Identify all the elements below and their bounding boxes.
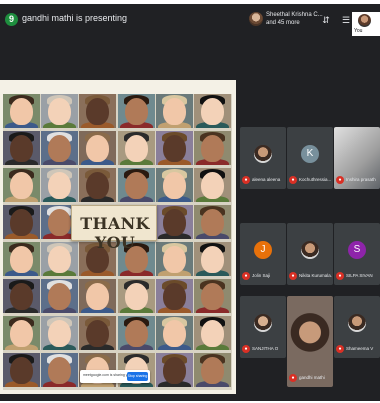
collage-face bbox=[194, 316, 231, 350]
collage-face bbox=[3, 279, 40, 313]
collage-face bbox=[41, 94, 79, 128]
collage-face bbox=[194, 168, 231, 202]
mic-off-icon: ● bbox=[289, 272, 297, 280]
collage-face bbox=[79, 316, 117, 350]
mic-off-icon: ● bbox=[336, 176, 344, 184]
participant-tile[interactable]: S ● SILPA SIVAN bbox=[334, 223, 380, 285]
participant-tile[interactable]: ● aleena aleena bbox=[240, 127, 286, 189]
participant-name: Inshira prasath bbox=[346, 177, 376, 182]
layout-icon[interactable]: ⇵ bbox=[320, 14, 332, 26]
collage-face bbox=[3, 242, 40, 276]
collage-face bbox=[79, 168, 117, 202]
participant-photo-avatar bbox=[254, 314, 272, 332]
participant-name: SANJITHA O bbox=[252, 346, 279, 351]
collage-face bbox=[194, 279, 231, 313]
participant-photo-avatar bbox=[348, 314, 366, 332]
self-view-tile[interactable]: You bbox=[352, 12, 380, 36]
collage-face bbox=[117, 316, 155, 350]
collage-face bbox=[194, 94, 231, 128]
participant-avatar: J bbox=[254, 241, 272, 259]
participant-name: Shameema V bbox=[346, 346, 374, 351]
participants-summary-more[interactable]: and 45 more bbox=[266, 20, 300, 26]
collage-face bbox=[155, 242, 193, 276]
collage-face bbox=[3, 316, 40, 350]
stop-sharing-button[interactable]: Stop sharing bbox=[127, 372, 148, 381]
participant-tile[interactable]: ● SANJITHA O bbox=[240, 296, 286, 358]
collage-face bbox=[194, 353, 231, 387]
collage-face bbox=[41, 316, 79, 350]
participants-summary-name[interactable]: Sheethal Krishna C... bbox=[266, 12, 323, 18]
top-bar: 9 gandhi mathi is presenting Sheethal Kr… bbox=[0, 4, 380, 36]
collage-face bbox=[155, 168, 193, 202]
participant-tile[interactable]: ● Inshira prasath bbox=[334, 127, 380, 189]
participant-name: Nikita Kurumala... bbox=[299, 273, 332, 278]
collage-face bbox=[155, 131, 193, 165]
participant-tile[interactable]: K ● Kochuthressia... bbox=[287, 127, 333, 189]
collage-face bbox=[155, 279, 193, 313]
screen-share-notice: meetgoogle.com is sharing your screen. S… bbox=[80, 370, 150, 383]
collage-face bbox=[117, 168, 155, 202]
collage-face bbox=[79, 131, 117, 165]
collage-face bbox=[117, 279, 155, 313]
collage-face bbox=[155, 94, 193, 128]
collage-face bbox=[41, 279, 79, 313]
participant-name: aleena aleena bbox=[252, 177, 281, 182]
collage-face bbox=[194, 131, 231, 165]
participants-list-icon[interactable]: ☰ bbox=[340, 14, 352, 26]
participant-avatar: K bbox=[301, 145, 319, 163]
collage-face bbox=[79, 279, 117, 313]
collage-face bbox=[3, 353, 40, 387]
meet-call-window: 9 gandhi mathi is presenting Sheethal Kr… bbox=[0, 4, 380, 401]
presenter-badge: 9 bbox=[5, 13, 18, 26]
collage-face bbox=[41, 353, 79, 387]
mic-off-icon: ● bbox=[336, 345, 344, 353]
thank-you-card: THANK YOU bbox=[71, 205, 157, 252]
participant-name: Kochuthressia... bbox=[299, 177, 332, 182]
participant-tile[interactable]: J ● Jolin Saji bbox=[240, 223, 286, 285]
mic-off-icon: ● bbox=[242, 345, 250, 353]
participant-avatar: S bbox=[348, 241, 366, 259]
mic-off-icon: ● bbox=[289, 176, 297, 184]
collage-face bbox=[3, 94, 40, 128]
collage-face bbox=[194, 242, 231, 276]
mic-off-icon: ● bbox=[289, 374, 297, 382]
participant-photo-avatar bbox=[301, 241, 319, 259]
collage-face bbox=[41, 131, 79, 165]
mic-off-icon: ● bbox=[242, 176, 250, 184]
mic-off-icon: ● bbox=[336, 272, 344, 280]
thank-you-text: THANK YOU bbox=[80, 214, 150, 252]
collage-face bbox=[3, 168, 40, 202]
collage-face bbox=[3, 205, 40, 239]
collage-face bbox=[41, 168, 79, 202]
participant-tile[interactable]: ● Nikita Kurumala... bbox=[287, 223, 333, 285]
participant-name: SILPA SIVAN bbox=[346, 273, 373, 278]
participant-name: Jolin Saji bbox=[252, 273, 271, 278]
participant-avatar[interactable] bbox=[249, 12, 263, 26]
mic-off-icon: ● bbox=[242, 272, 250, 280]
collage-face bbox=[117, 94, 155, 128]
self-label: You bbox=[354, 28, 363, 34]
presenting-status-text: gandhi mathi is presenting bbox=[22, 13, 128, 23]
shared-screen-presentation[interactable]: THANK YOU bbox=[0, 80, 236, 394]
participant-name: gandhi mathi bbox=[299, 375, 325, 380]
participant-photo-avatar bbox=[254, 145, 272, 163]
collage-face bbox=[3, 131, 40, 165]
participant-tile[interactable]: ● Shameema V bbox=[334, 296, 380, 358]
collage-face bbox=[155, 316, 193, 350]
collage-face bbox=[117, 131, 155, 165]
participant-tile[interactable]: ● gandhi mathi bbox=[287, 296, 333, 387]
screenshot-stage: 9 gandhi mathi is presenting Sheethal Kr… bbox=[0, 0, 380, 403]
collage-face bbox=[155, 205, 193, 239]
collage-face bbox=[194, 205, 231, 239]
self-avatar bbox=[358, 14, 371, 27]
collage-face bbox=[155, 353, 193, 387]
collage-face bbox=[79, 94, 117, 128]
